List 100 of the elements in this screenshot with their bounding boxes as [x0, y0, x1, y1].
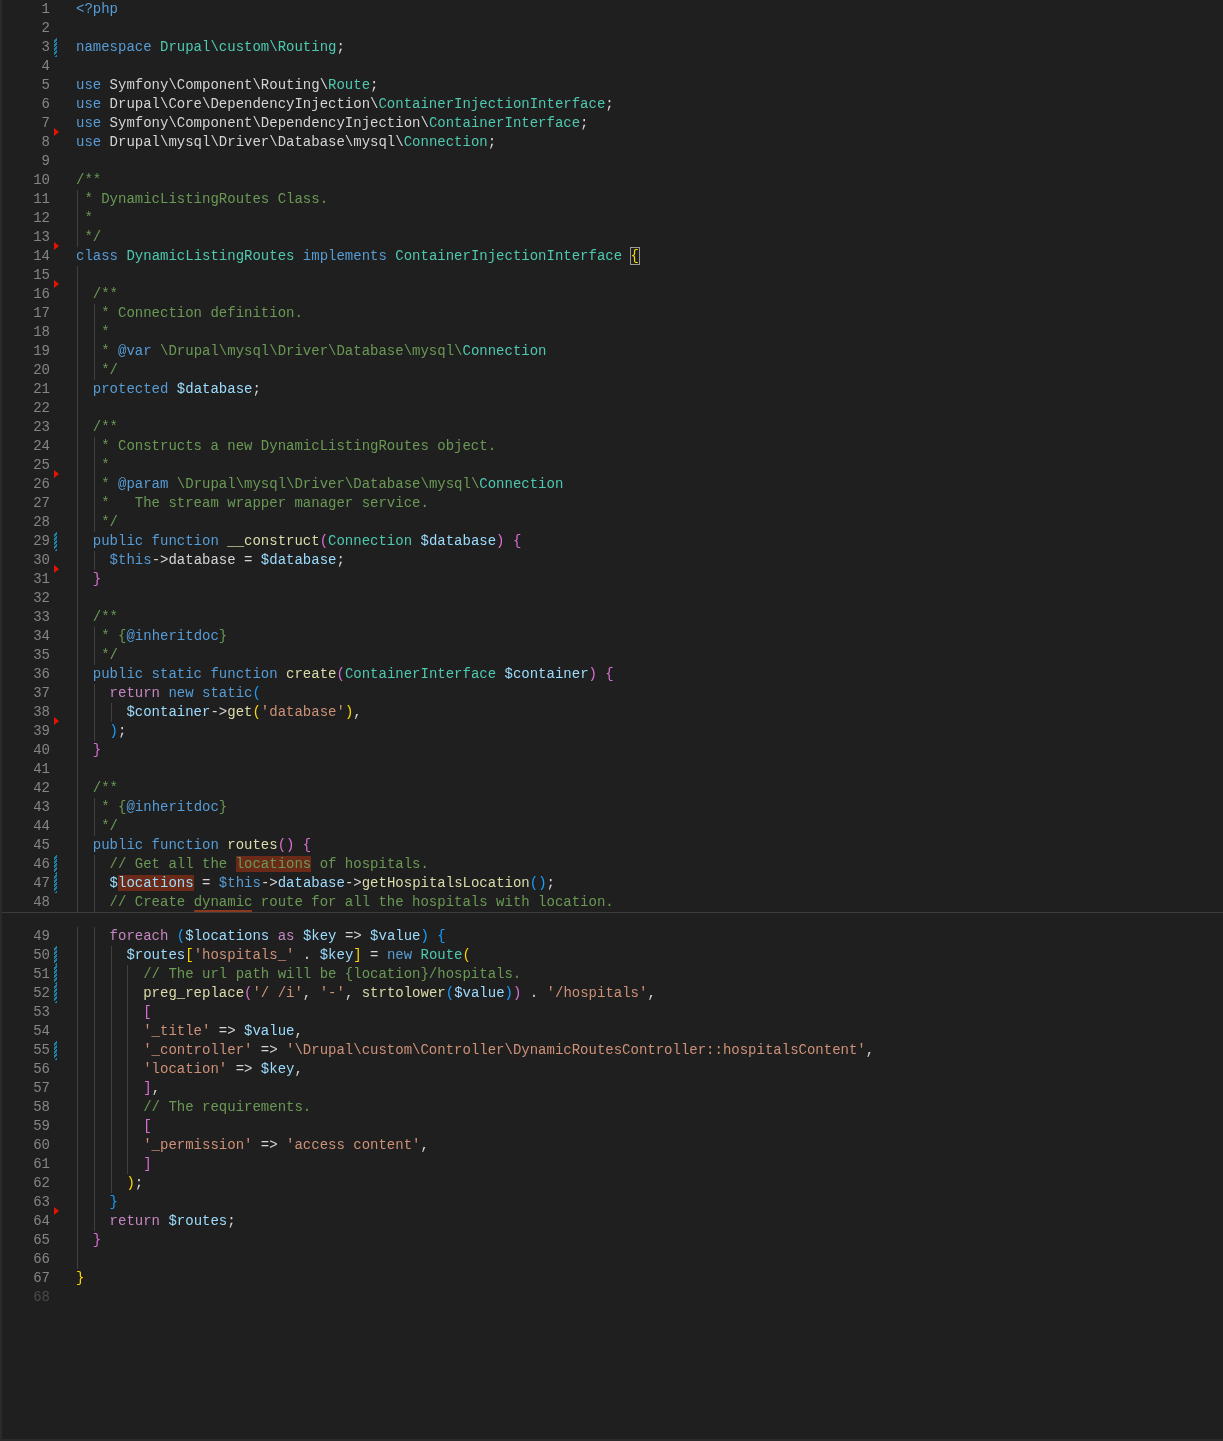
code-line: '_title' => $value,	[142, 1023, 303, 1039]
code-line: *	[83, 210, 93, 226]
line-number: 3	[40, 38, 50, 57]
line-number: 47	[32, 874, 50, 893]
code-line: // Get all the locations of hospitals.	[108, 856, 429, 872]
line-number: 34	[32, 627, 50, 646]
line-number: 62	[32, 1174, 50, 1193]
line-number: 59	[32, 1117, 50, 1136]
code-line: [	[142, 1118, 152, 1134]
line-number: 1	[40, 0, 50, 19]
line-number: 60	[32, 1136, 50, 1155]
line-number: 2	[40, 19, 50, 38]
line-number: 27	[32, 494, 50, 513]
line-number: 13	[32, 228, 50, 247]
line-number: 7	[40, 114, 50, 133]
line-number: 4	[40, 57, 50, 76]
code-line: );	[125, 1175, 144, 1191]
code-line: ],	[142, 1080, 161, 1096]
line-number: 11	[32, 190, 50, 209]
line-number: 5	[40, 76, 50, 95]
line-number: 46	[32, 855, 50, 874]
line-number: 28	[32, 513, 50, 532]
code-line: $this->database = $database;	[108, 552, 345, 568]
line-number: 23	[32, 418, 50, 437]
line-number: 45	[32, 836, 50, 855]
line-number: 42	[32, 779, 50, 798]
line-number: 20	[32, 361, 50, 380]
line-number: 48	[32, 893, 50, 912]
code-line: /**	[91, 286, 118, 302]
code-line: * DynamicListingRoutes Class.	[83, 191, 329, 207]
line-number: 35	[32, 646, 50, 665]
line-number: 18	[32, 323, 50, 342]
line-number: 56	[32, 1060, 50, 1079]
code-line: /**	[91, 419, 118, 435]
code-line: class DynamicListingRoutes implements ContainerInjectionInterface {	[76, 248, 639, 264]
code-line: *	[100, 324, 110, 340]
line-number: 31	[32, 570, 50, 589]
line-number: 33	[32, 608, 50, 627]
line-number: 8	[40, 133, 50, 152]
line-number: 63	[32, 1193, 50, 1212]
code-line: */	[100, 514, 118, 530]
code-line: // The requirements.	[142, 1099, 312, 1115]
line-number: 64	[32, 1212, 50, 1231]
line-number: 12	[32, 209, 50, 228]
line-number: 50	[32, 946, 50, 965]
line-number: 67	[32, 1269, 50, 1288]
line-number: 61	[32, 1155, 50, 1174]
line-number: 51	[32, 965, 50, 984]
code-line: * @var \Drupal\mysql\Driver\Database\mysql\Connection	[100, 343, 547, 359]
line-number: 19	[32, 342, 50, 361]
code-line: );	[108, 723, 127, 739]
line-number: 38	[32, 703, 50, 722]
line-number: 41	[32, 760, 50, 779]
code-line: public static function create(ContainerInterface $container) {	[91, 666, 614, 682]
code-line: 'location' => $key,	[142, 1061, 303, 1077]
line-number: 16	[32, 285, 50, 304]
line-number: 66	[32, 1250, 50, 1269]
line-number: 43	[32, 798, 50, 817]
code-line: * The stream wrapper manager service.	[100, 495, 429, 511]
code-line: foreach ($locations as $key => $value) {	[108, 928, 446, 944]
code-line: <?php	[76, 1, 118, 17]
code-line: public function __construct(Connection $database) {	[91, 533, 522, 549]
line-number: 21	[32, 380, 50, 399]
line-number: 15	[32, 266, 50, 285]
line-number: 53	[32, 1003, 50, 1022]
code-line: /**	[76, 172, 102, 188]
code-line: [	[142, 1004, 152, 1020]
line-number: 39	[32, 722, 50, 741]
code-line: }	[91, 1232, 102, 1248]
line-number: 10	[32, 171, 50, 190]
code-line: $container->get('database'),	[125, 704, 362, 720]
code-line: return new static(	[108, 685, 261, 701]
line-number: 40	[32, 741, 50, 760]
code-line: *	[100, 457, 110, 473]
code-line: * Constructs a new DynamicListingRoutes object.	[100, 438, 497, 454]
code-line: * {@inheritdoc}	[100, 628, 228, 644]
code-line: // Create dynamic route for all the hospitals with location.	[108, 894, 614, 910]
code-line: use Symfony\Component\Routing\Route;	[76, 77, 379, 93]
line-number: 52	[32, 984, 50, 1003]
code-line: */	[100, 818, 118, 834]
line-number: 6	[40, 95, 50, 114]
code-line: /**	[91, 780, 118, 796]
line-number: 36	[32, 665, 50, 684]
code-line: preg_replace('/ /i', '-', strtolower($value)) . '/hospitals',	[142, 985, 656, 1001]
line-number: 25	[32, 456, 50, 475]
code-line: use Symfony\Component\DependencyInjection\ContainerInterface;	[76, 115, 589, 131]
code-line: $routes['hospitals_' . $key] = new Route(	[125, 947, 471, 963]
code-line: public function routes() {	[91, 837, 312, 853]
line-number: 30	[32, 551, 50, 570]
line-number: 26	[32, 475, 50, 494]
line-number: 37	[32, 684, 50, 703]
line-number: 14	[32, 247, 50, 266]
code-line: }	[91, 571, 102, 587]
code-line: '_controller' => '\Drupal\custom\Controller\DynamicRoutesController::hospitalsContent',	[142, 1042, 875, 1058]
line-number: 65	[32, 1231, 50, 1250]
code-line: * @param \Drupal\mysql\Driver\Database\mysql\Connection	[100, 476, 564, 492]
line-number: 24	[32, 437, 50, 456]
line-number: 55	[32, 1041, 50, 1060]
line-number: 57	[32, 1079, 50, 1098]
line-number: 22	[32, 399, 50, 418]
